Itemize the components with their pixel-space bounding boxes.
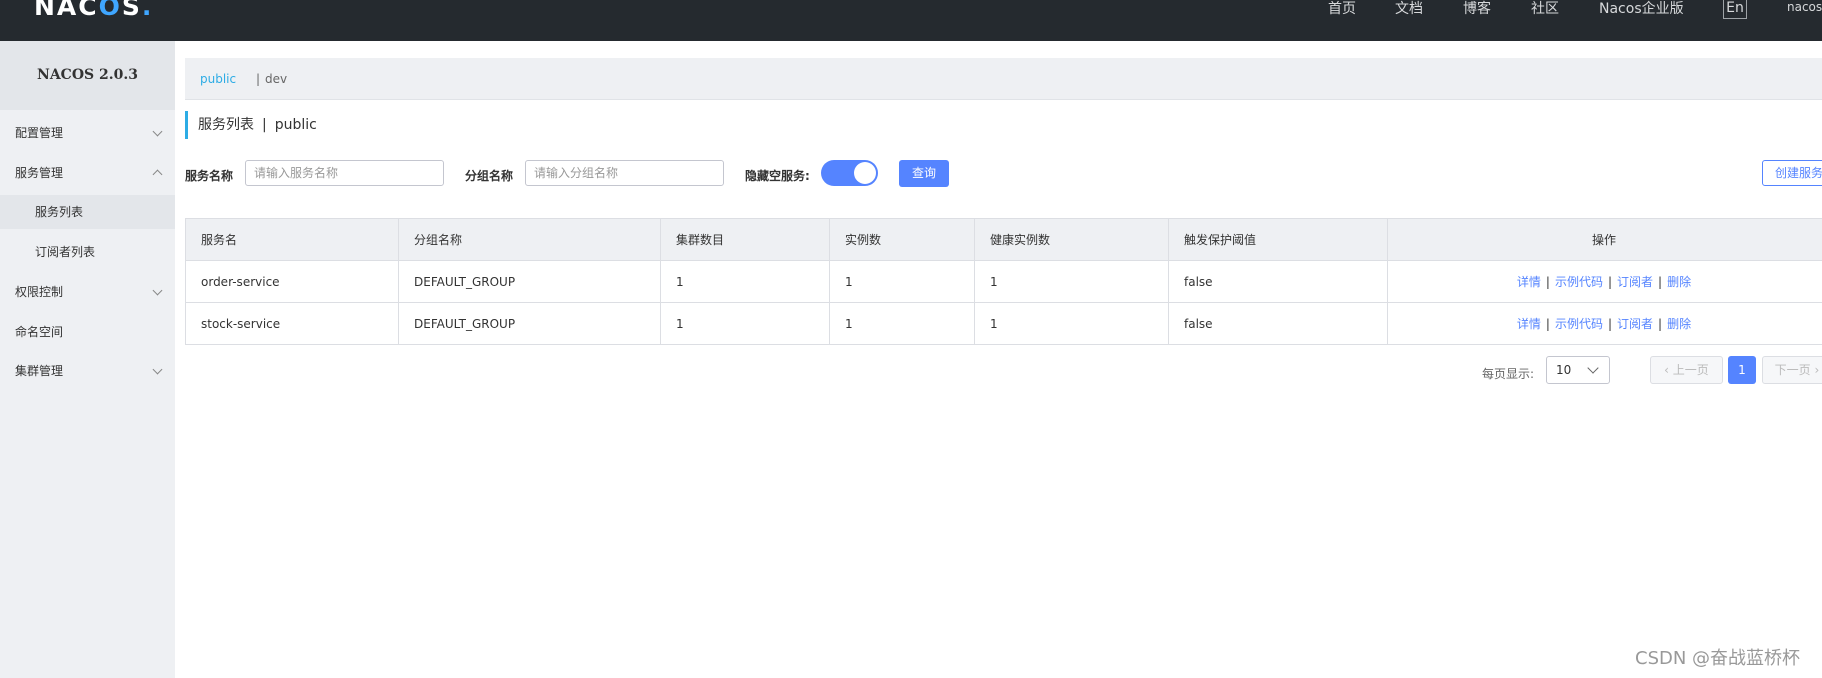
cell-instance-count: 1 — [829, 260, 975, 303]
sidebar-item-cluster-management[interactable]: 集群管理 — [0, 354, 175, 388]
op-separator: | — [1658, 275, 1663, 289]
sidebar-title: NACOS 2.0.3 — [0, 41, 175, 110]
hide-empty-services-toggle[interactable] — [821, 160, 878, 186]
sidebar-item-service-management[interactable]: 服务管理 — [0, 156, 175, 190]
column-header-healthy-instance-count: 健康实例数 — [974, 218, 1169, 261]
cell-operations: 详情 | 示例代码 | 订阅者 | 删除 — [1387, 260, 1822, 303]
sidebar-item-label: 权限控制 — [15, 285, 64, 299]
detail-link[interactable]: 详情 — [1517, 275, 1541, 289]
next-page-button[interactable]: 下一页 › — [1762, 356, 1822, 384]
op-separator: | — [1607, 275, 1613, 289]
op-separator: | — [1545, 275, 1550, 289]
page-size-select[interactable]: 10 — [1546, 356, 1610, 384]
sidebar-item-label: 服务列表 — [35, 205, 84, 219]
subscriber-link[interactable]: 订阅者 — [1617, 317, 1653, 331]
sidebar-item-service-list[interactable]: 服务列表 — [0, 195, 175, 229]
group-name-input[interactable] — [525, 160, 724, 186]
op-separator: | — [1658, 317, 1663, 331]
cell-operations: 详情 | 示例代码 | 订阅者 | 删除 — [1387, 302, 1822, 345]
cell-protect-threshold: false — [1168, 302, 1388, 345]
chevron-down-icon — [152, 364, 163, 375]
table-row: order-service DEFAULT_GROUP 1 1 1 false … — [185, 260, 1822, 303]
chevron-down-icon — [1587, 362, 1599, 374]
page-title-namespace: public — [274, 117, 317, 133]
sample-code-link[interactable]: 示例代码 — [1555, 317, 1603, 331]
toggle-knob — [854, 162, 876, 184]
page-size-label: 每页显示: — [1482, 367, 1535, 381]
page-size-value: 10 — [1556, 363, 1572, 377]
nav-blog-link[interactable]: 博客 — [1463, 0, 1491, 18]
cell-protect-threshold: false — [1168, 260, 1388, 303]
detail-link[interactable]: 详情 — [1517, 317, 1541, 331]
namespace-bar: public | dev — [185, 58, 1822, 100]
namespace-dev-link[interactable]: dev — [265, 72, 287, 86]
cell-cluster-count: 1 — [660, 302, 830, 345]
op-separator: | — [1545, 317, 1550, 331]
nav-home-link[interactable]: 首页 — [1328, 0, 1356, 18]
page-title-text: 服务列表 — [198, 117, 254, 133]
cell-service-name: stock-service — [185, 302, 399, 345]
nav-docs-link[interactable]: 文档 — [1395, 0, 1423, 18]
sidebar-item-access-control[interactable]: 权限控制 — [0, 275, 175, 309]
sidebar-item-label: 订阅者列表 — [35, 245, 96, 259]
csdn-watermark: CSDN @奋战蓝桥杯 — [1635, 648, 1801, 669]
cell-cluster-count: 1 — [660, 260, 830, 303]
namespace-separator: | — [256, 72, 261, 86]
query-button[interactable]: 查询 — [899, 160, 949, 187]
sidebar: NACOS 2.0.3 配置管理 服务管理 服务列表 订阅者列表 权限控制 命名… — [0, 41, 175, 678]
nacos-logo[interactable]: NACOS. — [34, 0, 153, 21]
sidebar-item-label: 服务管理 — [15, 166, 64, 180]
user-menu[interactable]: nacos — [1787, 0, 1822, 14]
group-name-label: 分组名称 — [465, 169, 514, 183]
sidebar-item-label: 配置管理 — [15, 126, 64, 140]
page-title: 服务列表 | public — [185, 111, 317, 139]
table-row: stock-service DEFAULT_GROUP 1 1 1 false … — [185, 302, 1822, 345]
chevron-up-icon — [152, 169, 163, 180]
column-header-protect-threshold: 触发保护阈值 — [1168, 218, 1388, 261]
column-header-service-name: 服务名 — [185, 218, 399, 261]
cell-instance-count: 1 — [829, 302, 975, 345]
create-service-button[interactable]: 创建服务 — [1762, 160, 1822, 186]
subscriber-link[interactable]: 订阅者 — [1617, 275, 1653, 289]
sidebar-item-label: 命名空间 — [15, 325, 64, 339]
service-name-label: 服务名称 — [185, 169, 234, 183]
service-name-input[interactable] — [245, 160, 444, 186]
column-header-group-name: 分组名称 — [398, 218, 661, 261]
column-header-instance-count: 实例数 — [829, 218, 975, 261]
cell-service-name: order-service — [185, 260, 399, 303]
hide-empty-services-label: 隐藏空服务: — [745, 169, 810, 183]
column-header-cluster-count: 集群数目 — [660, 218, 830, 261]
sample-code-link[interactable]: 示例代码 — [1555, 275, 1603, 289]
service-table: 服务名 分组名称 集群数目 实例数 健康实例数 触发保护阈值 操作 order-… — [185, 218, 1822, 345]
sidebar-item-config-management[interactable]: 配置管理 — [0, 116, 175, 150]
nav-enterprise-link[interactable]: Nacos企业版 — [1599, 0, 1684, 18]
chevron-down-icon — [152, 285, 163, 296]
sidebar-item-subscriber-list[interactable]: 订阅者列表 — [0, 235, 175, 269]
page-number-1[interactable]: 1 — [1728, 356, 1756, 384]
language-switch-button[interactable]: En — [1723, 0, 1747, 19]
cell-healthy-count: 1 — [974, 302, 1169, 345]
top-navbar: NACOS. 首页 文档 博客 社区 Nacos企业版 En nacos — [0, 0, 1822, 41]
chevron-right-icon: › — [1810, 363, 1820, 377]
table-header-row: 服务名 分组名称 集群数目 实例数 健康实例数 触发保护阈值 操作 — [185, 218, 1822, 261]
delete-link[interactable]: 删除 — [1667, 317, 1691, 331]
nav-community-link[interactable]: 社区 — [1531, 0, 1559, 18]
prev-page-label: 上一页 — [1672, 363, 1709, 377]
sidebar-item-label: 集群管理 — [15, 364, 64, 378]
cell-group-name: DEFAULT_GROUP — [398, 302, 661, 345]
cell-healthy-count: 1 — [974, 260, 1169, 303]
delete-link[interactable]: 删除 — [1667, 275, 1691, 289]
next-page-label: 下一页 — [1774, 363, 1811, 377]
page-title-separator: | — [262, 117, 267, 133]
column-header-operations: 操作 — [1387, 218, 1822, 261]
main-content: public | dev 服务列表 | public 服务名称 分组名称 隐藏空服务… — [175, 41, 1822, 678]
cell-group-name: DEFAULT_GROUP — [398, 260, 661, 303]
op-separator: | — [1607, 317, 1613, 331]
prev-page-button[interactable]: ‹ 上一页 — [1650, 356, 1723, 384]
namespace-public-link[interactable]: public — [200, 72, 236, 86]
chevron-left-icon: ‹ — [1664, 363, 1673, 377]
sidebar-item-namespace[interactable]: 命名空间 — [0, 315, 175, 349]
chevron-down-icon — [152, 126, 163, 137]
